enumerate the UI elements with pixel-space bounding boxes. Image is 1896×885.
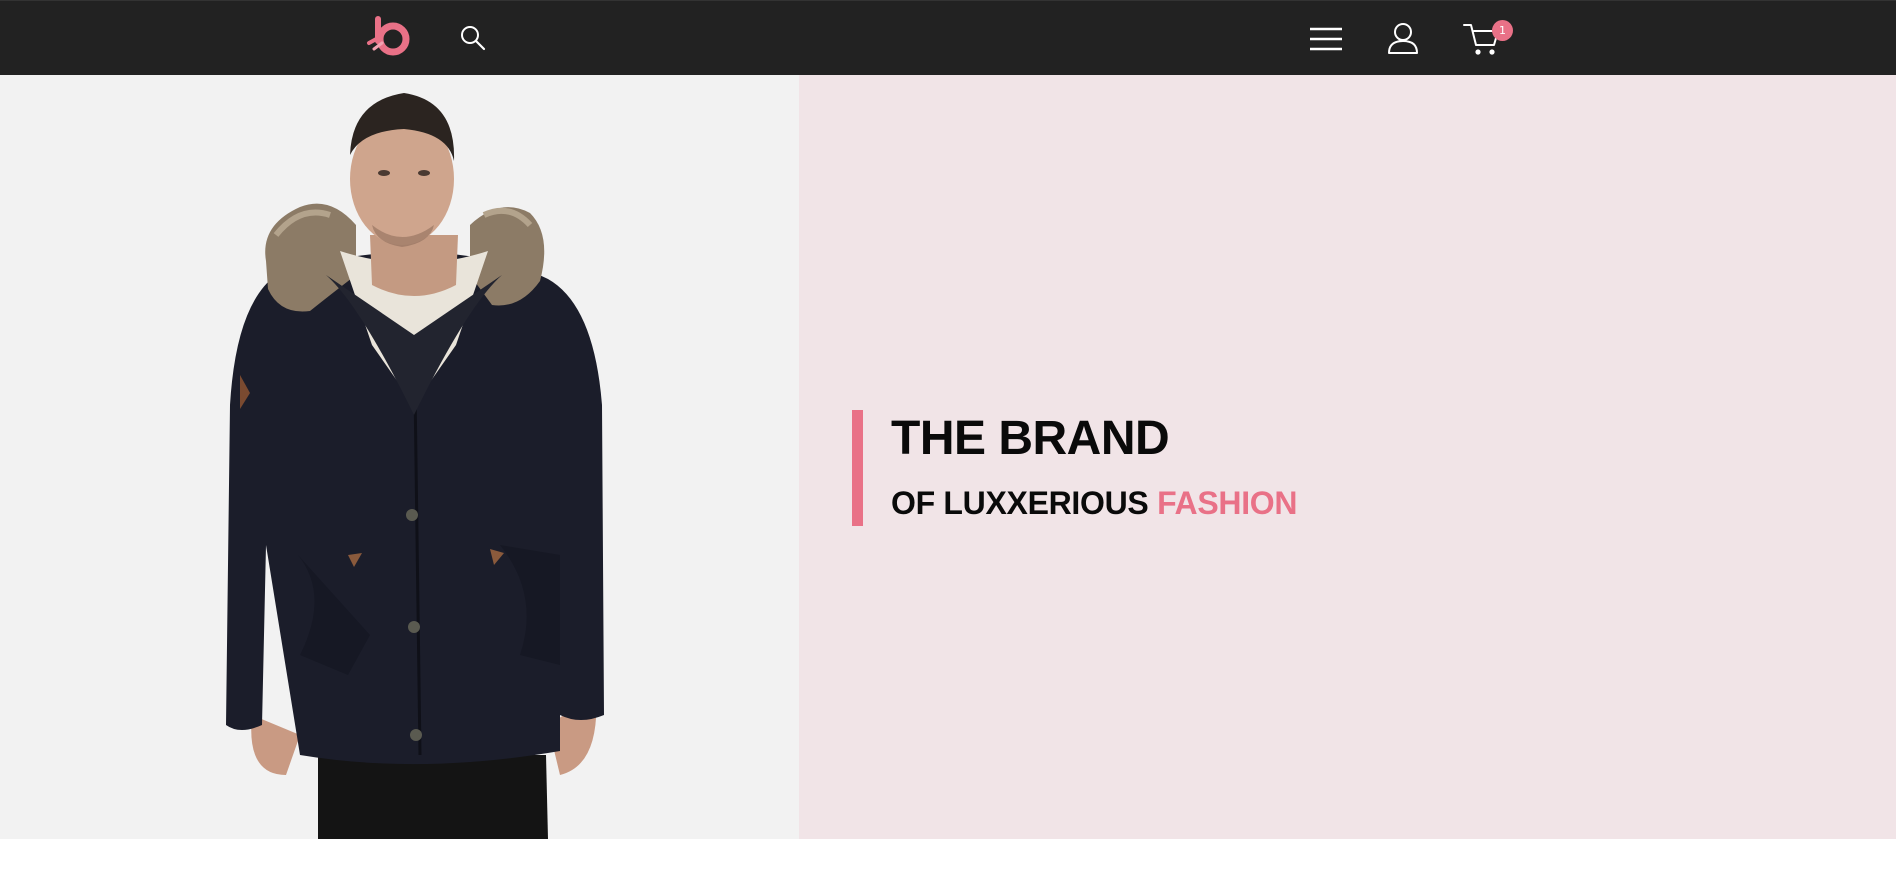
user-icon[interactable] (1386, 21, 1420, 55)
hero-subline-prefix: OF LUXXERIOUS (891, 485, 1149, 521)
menu-icon[interactable] (1308, 25, 1344, 53)
hero-accent-bar (852, 410, 863, 526)
model-in-parka-image (226, 93, 604, 839)
hero-subline: OF LUXXERIOUS FASHION (891, 485, 1298, 522)
search-icon[interactable] (458, 23, 488, 53)
hero-headline: THE BRAND (891, 412, 1170, 465)
hero-subline-accent: FASHION (1157, 485, 1298, 521)
top-navigation-bar: 1 (0, 0, 1896, 75)
hero-image-panel (0, 75, 799, 839)
cart-count-badge: 1 (1492, 20, 1513, 41)
logo-icon[interactable] (366, 15, 414, 57)
